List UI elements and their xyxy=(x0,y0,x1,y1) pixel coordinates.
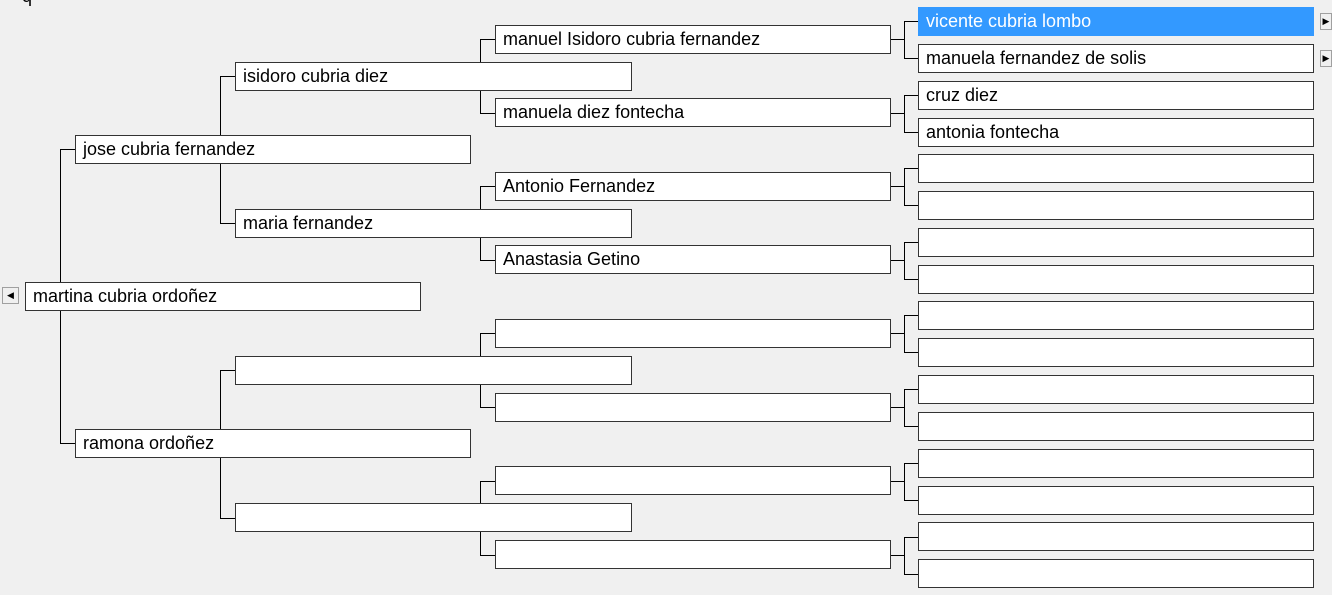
person-field-great-great-grandparent[interactable] xyxy=(918,412,1314,441)
connector xyxy=(904,95,918,96)
connector xyxy=(904,58,918,59)
person-field-great-grandparent[interactable] xyxy=(495,393,891,422)
connector xyxy=(480,39,495,40)
connector xyxy=(904,242,905,279)
person-field-grandparent[interactable]: isidoro cubria diez xyxy=(235,62,632,91)
forward-arrow-button[interactable]: ▶ xyxy=(1320,13,1332,30)
connector xyxy=(904,95,905,132)
connector xyxy=(220,76,235,77)
person-field-great-grandparent[interactable]: manuela diez fontecha xyxy=(495,98,891,127)
person-field-great-great-grandparent-selected[interactable]: vicente cubria lombo xyxy=(918,7,1314,36)
person-field-root[interactable]: martina cubria ordoñez xyxy=(25,282,421,311)
connector xyxy=(890,333,904,334)
person-field-great-great-grandparent[interactable] xyxy=(918,449,1314,478)
person-field-great-great-grandparent[interactable]: manuela fernandez de solis xyxy=(918,44,1314,73)
person-field-great-great-grandparent[interactable] xyxy=(918,228,1314,257)
connector xyxy=(904,500,918,501)
connector xyxy=(480,260,495,261)
connector xyxy=(904,315,905,352)
connector xyxy=(904,205,918,206)
person-field-great-great-grandparent[interactable] xyxy=(918,486,1314,515)
connector xyxy=(480,481,495,482)
connector xyxy=(890,39,904,40)
clipped-text-fragment: q xyxy=(22,0,32,6)
person-field-great-great-grandparent[interactable] xyxy=(918,522,1314,551)
connector xyxy=(904,463,918,464)
connector xyxy=(904,315,918,316)
connector xyxy=(480,333,495,334)
connector xyxy=(480,113,495,114)
connector xyxy=(890,186,904,187)
connector xyxy=(904,352,918,353)
person-field-great-great-grandparent[interactable] xyxy=(918,559,1314,588)
person-field-grandparent[interactable] xyxy=(235,503,632,532)
connector xyxy=(904,21,918,22)
connector xyxy=(904,389,905,426)
connector xyxy=(480,407,495,408)
connector xyxy=(60,149,75,150)
person-field-great-great-grandparent[interactable] xyxy=(918,154,1314,183)
connector xyxy=(904,574,918,575)
connector xyxy=(904,168,918,169)
person-field-mother[interactable]: ramona ordoñez xyxy=(75,429,471,458)
connector xyxy=(480,555,495,556)
connector xyxy=(904,279,918,280)
connector xyxy=(904,389,918,390)
connector xyxy=(220,518,235,519)
connector xyxy=(890,481,904,482)
person-field-great-grandparent[interactable]: Antonio Fernandez xyxy=(495,172,891,201)
connector xyxy=(904,21,905,58)
connector xyxy=(220,370,235,371)
person-field-great-grandparent[interactable] xyxy=(495,540,891,569)
person-field-great-great-grandparent[interactable] xyxy=(918,191,1314,220)
connector xyxy=(890,113,904,114)
connector xyxy=(904,463,905,500)
connector xyxy=(480,186,495,187)
connector xyxy=(904,132,918,133)
connector xyxy=(60,443,75,444)
connector xyxy=(904,537,918,538)
person-field-great-grandparent[interactable] xyxy=(495,466,891,495)
connector xyxy=(904,168,905,205)
person-field-great-great-grandparent[interactable]: cruz diez xyxy=(918,81,1314,110)
person-field-grandparent[interactable]: maria fernandez xyxy=(235,209,632,238)
connector xyxy=(220,223,235,224)
person-field-grandparent[interactable] xyxy=(235,356,632,385)
connector xyxy=(904,426,918,427)
person-field-great-great-grandparent[interactable] xyxy=(918,375,1314,404)
connector xyxy=(904,537,905,574)
person-field-great-grandparent[interactable]: manuel Isidoro cubria fernandez xyxy=(495,25,891,54)
person-field-great-great-grandparent[interactable]: antonia fontecha xyxy=(918,118,1314,147)
person-field-great-great-grandparent[interactable] xyxy=(918,265,1314,294)
forward-arrow-button[interactable]: ▶ xyxy=(1320,50,1332,67)
person-field-great-great-grandparent[interactable] xyxy=(918,338,1314,367)
person-field-great-grandparent[interactable] xyxy=(495,319,891,348)
person-field-father[interactable]: jose cubria fernandez xyxy=(75,135,471,164)
connector xyxy=(890,407,904,408)
back-arrow-button[interactable]: ◀ xyxy=(2,287,19,304)
person-field-great-great-grandparent[interactable] xyxy=(918,301,1314,330)
connector xyxy=(890,260,904,261)
connector xyxy=(904,242,918,243)
person-field-great-grandparent[interactable]: Anastasia Getino xyxy=(495,245,891,274)
connector xyxy=(890,555,904,556)
